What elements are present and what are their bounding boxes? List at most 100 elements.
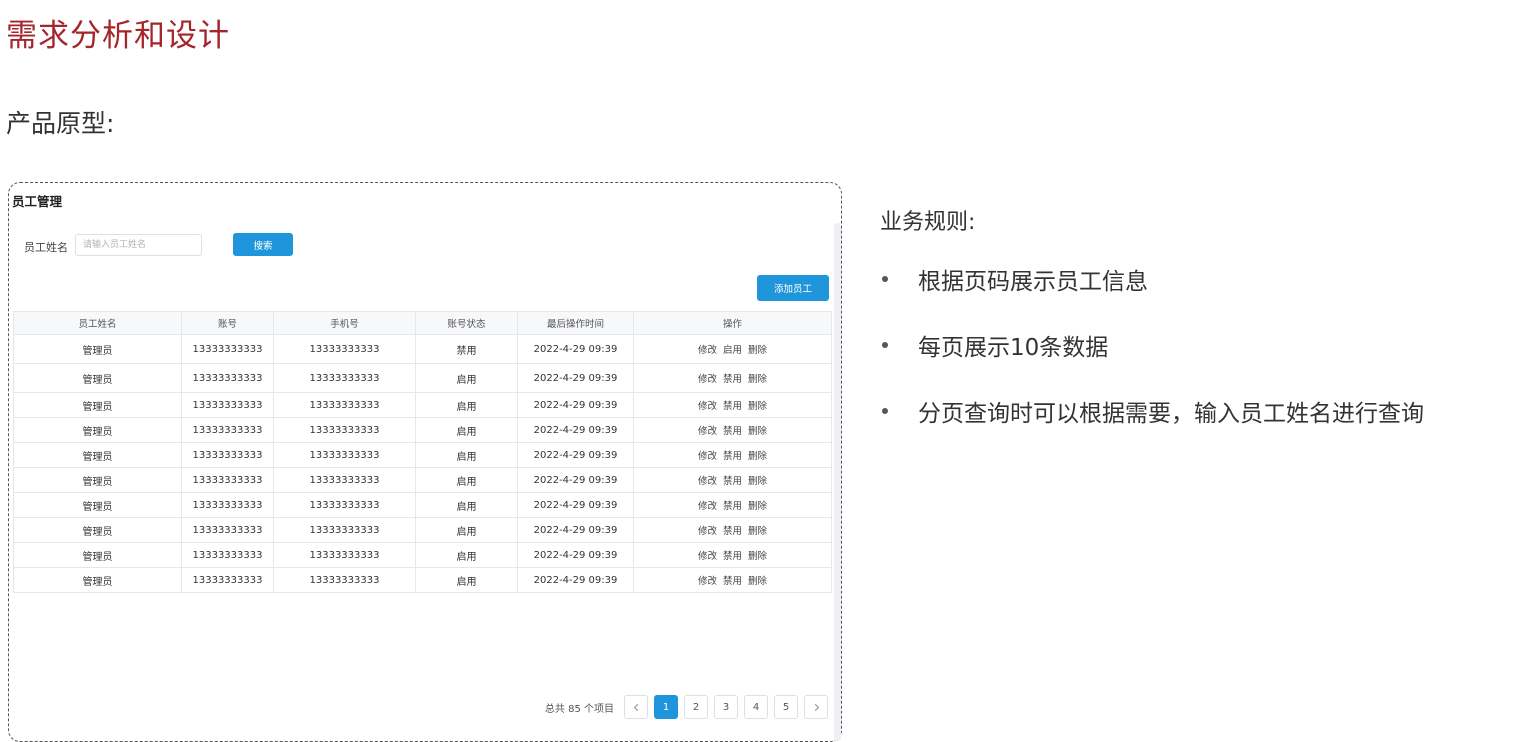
toggle-status-link[interactable]: 禁用: [723, 526, 742, 537]
edit-link[interactable]: 修改: [698, 374, 717, 385]
table-row: 管理员 13333333333 13333333333 启用 2022-4-29…: [13, 363, 832, 393]
next-page-button[interactable]: [804, 695, 828, 719]
cell-actions: 修改 禁用 删除: [633, 542, 832, 568]
delete-link[interactable]: 删除: [748, 451, 767, 462]
delete-link[interactable]: 删除: [748, 426, 767, 437]
cell-time: 2022-4-29 09:39: [517, 492, 634, 518]
chevron-right-icon: [814, 703, 819, 711]
rule-item: 根据页码展示员工信息: [880, 262, 1424, 296]
cell-status: 禁用: [415, 334, 518, 364]
toggle-status-link[interactable]: 启用: [723, 345, 742, 356]
delete-link[interactable]: 删除: [748, 576, 767, 587]
delete-link[interactable]: 删除: [748, 401, 767, 412]
cell-name: 管理员: [13, 392, 182, 418]
delete-link[interactable]: 删除: [748, 476, 767, 487]
cell-name: 管理员: [13, 363, 182, 393]
prototype-frame: 员工管理 员工姓名 搜索 添加员工 员工姓名 账号 手机号 账号状态 最后操作时…: [8, 182, 842, 742]
cell-phone: 13333333333: [273, 492, 416, 518]
cell-phone: 13333333333: [273, 392, 416, 418]
delete-link[interactable]: 删除: [748, 526, 767, 537]
scrollbar[interactable]: [834, 223, 841, 741]
prev-page-button[interactable]: [624, 695, 648, 719]
cell-status: 启用: [415, 567, 518, 593]
cell-time: 2022-4-29 09:39: [517, 417, 634, 443]
cell-name: 管理员: [13, 467, 182, 493]
cell-account: 13333333333: [181, 334, 274, 364]
cell-time: 2022-4-29 09:39: [517, 334, 634, 364]
toggle-status-link[interactable]: 禁用: [723, 576, 742, 587]
toggle-status-link[interactable]: 禁用: [723, 551, 742, 562]
cell-actions: 修改 禁用 删除: [633, 492, 832, 518]
chevron-left-icon: [633, 703, 638, 711]
cell-time: 2022-4-29 09:39: [517, 567, 634, 593]
cell-time: 2022-4-29 09:39: [517, 363, 634, 393]
employee-table: 员工姓名 账号 手机号 账号状态 最后操作时间 操作 管理员 133333333…: [13, 311, 832, 593]
cell-time: 2022-4-29 09:39: [517, 517, 634, 543]
delete-link[interactable]: 删除: [748, 374, 767, 385]
toggle-status-link[interactable]: 禁用: [723, 476, 742, 487]
cell-phone: 13333333333: [273, 417, 416, 443]
table-row: 管理员 13333333333 13333333333 启用 2022-4-29…: [13, 442, 832, 468]
cell-account: 13333333333: [181, 517, 274, 543]
edit-link[interactable]: 修改: [698, 451, 717, 462]
cell-actions: 修改 禁用 删除: [633, 567, 832, 593]
cell-actions: 修改 禁用 删除: [633, 467, 832, 493]
toggle-status-link[interactable]: 禁用: [723, 401, 742, 412]
search-label: 员工姓名: [24, 241, 68, 254]
edit-link[interactable]: 修改: [698, 476, 717, 487]
toggle-status-link[interactable]: 禁用: [723, 501, 742, 512]
cell-status: 启用: [415, 517, 518, 543]
edit-link[interactable]: 修改: [698, 401, 717, 412]
table-row: 管理员 13333333333 13333333333 启用 2022-4-29…: [13, 542, 832, 568]
rule-text: 每页展示10条数据: [918, 335, 1109, 361]
edit-link[interactable]: 修改: [698, 426, 717, 437]
toggle-status-link[interactable]: 禁用: [723, 426, 742, 437]
rule-text: 分页查询时可以根据需要，输入员工姓名进行查询: [918, 401, 1424, 427]
header-last-op-time: 最后操作时间: [517, 311, 634, 335]
page-2-button[interactable]: 2: [684, 695, 708, 719]
rule-item: 每页展示10条数据: [880, 328, 1424, 362]
toggle-status-link[interactable]: 禁用: [723, 451, 742, 462]
toggle-status-link[interactable]: 禁用: [723, 374, 742, 385]
page-3-button[interactable]: 3: [714, 695, 738, 719]
cell-name: 管理员: [13, 567, 182, 593]
cell-account: 13333333333: [181, 467, 274, 493]
page-5-button[interactable]: 5: [774, 695, 798, 719]
edit-link[interactable]: 修改: [698, 551, 717, 562]
delete-link[interactable]: 删除: [748, 345, 767, 356]
slide-title: 需求分析和设计: [6, 18, 230, 54]
search-button[interactable]: 搜索: [233, 233, 293, 256]
cell-account: 13333333333: [181, 492, 274, 518]
prototype-subtitle: 产品原型:: [6, 109, 115, 138]
add-employee-button[interactable]: 添加员工: [757, 275, 829, 301]
table-row: 管理员 13333333333 13333333333 启用 2022-4-29…: [13, 517, 832, 543]
cell-status: 启用: [415, 442, 518, 468]
edit-link[interactable]: 修改: [698, 501, 717, 512]
cell-account: 13333333333: [181, 542, 274, 568]
header-name: 员工姓名: [13, 311, 182, 335]
cell-phone: 13333333333: [273, 334, 416, 364]
delete-link[interactable]: 删除: [748, 551, 767, 562]
cell-actions: 修改 禁用 删除: [633, 392, 832, 418]
page-4-button[interactable]: 4: [744, 695, 768, 719]
pagination-total: 总共 85 个项目: [544, 703, 614, 715]
cell-name: 管理员: [13, 492, 182, 518]
page-1-button[interactable]: 1: [654, 695, 678, 719]
edit-link[interactable]: 修改: [698, 345, 717, 356]
cell-phone: 13333333333: [273, 467, 416, 493]
cell-name: 管理员: [13, 542, 182, 568]
bullet-icon: [882, 276, 888, 282]
edit-link[interactable]: 修改: [698, 526, 717, 537]
table-row: 管理员 13333333333 13333333333 启用 2022-4-29…: [13, 492, 832, 518]
header-actions: 操作: [633, 311, 832, 335]
cell-phone: 13333333333: [273, 363, 416, 393]
business-rules-title: 业务规则:: [880, 210, 976, 235]
cell-actions: 修改 禁用 删除: [633, 417, 832, 443]
cell-status: 启用: [415, 492, 518, 518]
table-row: 管理员 13333333333 13333333333 启用 2022-4-29…: [13, 567, 832, 593]
cell-time: 2022-4-29 09:39: [517, 392, 634, 418]
table-row: 管理员 13333333333 13333333333 启用 2022-4-29…: [13, 392, 832, 418]
delete-link[interactable]: 删除: [748, 501, 767, 512]
edit-link[interactable]: 修改: [698, 576, 717, 587]
search-input[interactable]: [75, 234, 202, 256]
